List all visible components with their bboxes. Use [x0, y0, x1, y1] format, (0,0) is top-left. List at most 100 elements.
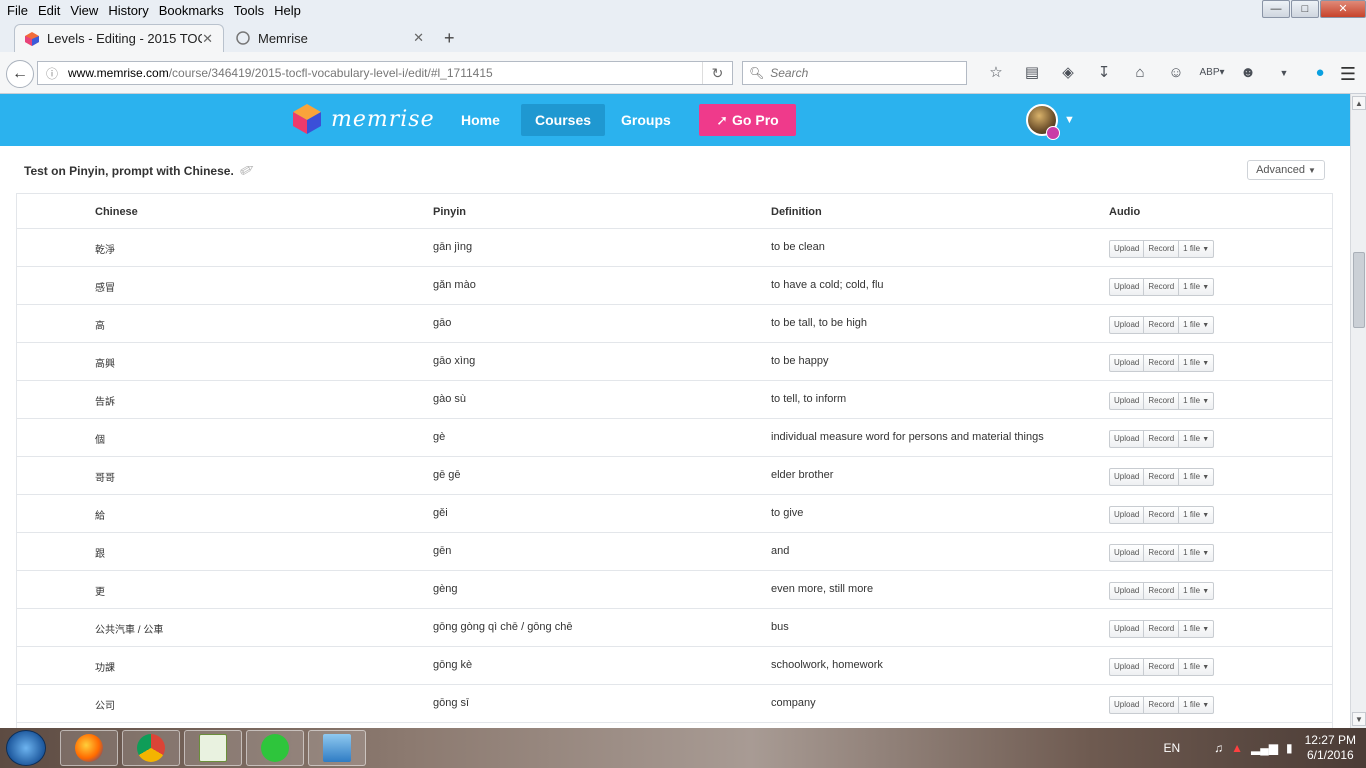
cell-definition[interactable]: to tell, to inform: [771, 393, 846, 405]
pocket-icon[interactable]: ◈: [1050, 62, 1086, 84]
record-audio-button[interactable]: Record: [1144, 621, 1180, 637]
upload-audio-button[interactable]: Upload: [1110, 355, 1145, 371]
audio-files-dropdown[interactable]: 1 file ▼: [1179, 545, 1213, 561]
cell-chinese[interactable]: 感冒: [95, 279, 115, 294]
record-audio-button[interactable]: Record: [1144, 355, 1180, 371]
upload-audio-button[interactable]: Upload: [1110, 241, 1145, 257]
taskbar-chrome[interactable]: [122, 730, 180, 766]
menu-tools[interactable]: Tools: [229, 3, 269, 18]
chevron-down-icon[interactable]: ▼: [1064, 114, 1075, 126]
record-audio-button[interactable]: Record: [1144, 279, 1180, 295]
taskbar-line[interactable]: [246, 730, 304, 766]
network-icon[interactable]: ▂▄▆: [1251, 741, 1278, 755]
scroll-thumb[interactable]: [1353, 252, 1365, 328]
reload-icon[interactable]: ↻: [702, 62, 732, 84]
audio-files-dropdown[interactable]: 1 file ▼: [1179, 659, 1213, 675]
scroll-down-icon[interactable]: ▼: [1352, 712, 1366, 726]
cell-pinyin[interactable]: gèng: [433, 583, 457, 595]
menu-view[interactable]: View: [65, 3, 103, 18]
table-row[interactable]: 跟 gēn and Upload Record 1 file ▼: [17, 533, 1332, 571]
volume-icon[interactable]: ♫: [1214, 741, 1223, 755]
minimize-button[interactable]: —: [1262, 0, 1290, 18]
nav-home[interactable]: Home: [447, 104, 514, 136]
clock[interactable]: 12:27 PM 6/1/2016: [1305, 733, 1356, 763]
cell-pinyin[interactable]: gān jìng: [433, 241, 472, 253]
cell-chinese[interactable]: 功課: [95, 659, 115, 674]
cell-pinyin[interactable]: gāo: [433, 317, 451, 329]
upload-audio-button[interactable]: Upload: [1110, 659, 1145, 675]
extension-icon[interactable]: ☻: [1230, 62, 1266, 84]
tab-levels-editing[interactable]: Levels - Editing - 2015 TOC... ✕: [14, 24, 224, 52]
cell-chinese[interactable]: 跟: [95, 545, 105, 560]
record-audio-button[interactable]: Record: [1144, 583, 1180, 599]
cell-chinese[interactable]: 個: [95, 431, 105, 446]
table-row[interactable]: 給 gěi to give Upload Record 1 file ▼: [17, 495, 1332, 533]
menu-icon[interactable]: ☰: [1340, 64, 1356, 85]
table-row[interactable]: 公司 gōng sī company Upload Record 1 file ▼: [17, 685, 1332, 723]
cell-pinyin[interactable]: gē gē: [433, 469, 461, 481]
record-audio-button[interactable]: Record: [1144, 697, 1180, 713]
table-row[interactable]: 感冒 gǎn mào to have a cold; cold, flu Upload…: [17, 267, 1332, 305]
upload-audio-button[interactable]: Upload: [1110, 583, 1145, 599]
cell-chinese[interactable]: 更: [95, 583, 105, 598]
new-tab-button[interactable]: +: [444, 28, 455, 49]
scroll-up-icon[interactable]: ▲: [1352, 96, 1366, 110]
upload-audio-button[interactable]: Upload: [1110, 279, 1145, 295]
audio-files-dropdown[interactable]: 1 file ▼: [1179, 355, 1213, 371]
cell-pinyin[interactable]: gào sù: [433, 393, 466, 405]
audio-files-dropdown[interactable]: 1 file ▼: [1179, 697, 1213, 713]
cell-definition[interactable]: schoolwork, homework: [771, 659, 883, 671]
cell-pinyin[interactable]: gǎn mào: [433, 279, 476, 291]
maximize-button[interactable]: □: [1291, 0, 1319, 18]
download-icon[interactable]: ↧: [1086, 62, 1122, 84]
cell-definition[interactable]: to give: [771, 507, 803, 519]
upload-audio-button[interactable]: Upload: [1110, 507, 1145, 523]
adblock-icon[interactable]: ABP▾: [1194, 62, 1230, 84]
audio-files-dropdown[interactable]: 1 file ▼: [1179, 241, 1213, 257]
dropdown-icon[interactable]: ▼: [1266, 62, 1302, 84]
cell-definition[interactable]: individual measure word for persons and …: [771, 431, 1044, 443]
cell-definition[interactable]: to be tall, to be high: [771, 317, 867, 329]
cell-pinyin[interactable]: gōng sī: [433, 697, 469, 709]
vertical-scrollbar[interactable]: ▲ ▼: [1350, 94, 1366, 728]
table-row[interactable]: 更 gèng even more, still more Upload Record 1 …: [17, 571, 1332, 609]
audio-files-dropdown[interactable]: 1 file ▼: [1179, 279, 1213, 295]
site-info-icon[interactable]: ⓘ: [46, 65, 58, 82]
cell-chinese[interactable]: 給: [95, 507, 105, 522]
go-pro-button[interactable]: ➚ Go Pro: [699, 104, 796, 136]
table-row[interactable]: 高興 gāo xìng to be happy Upload Record 1 file …: [17, 343, 1332, 381]
url-bar[interactable]: ⓘ www.memrise.com/course/346419/2015-toc…: [37, 61, 733, 85]
record-audio-button[interactable]: Record: [1144, 469, 1180, 485]
cell-pinyin[interactable]: gēn: [433, 545, 451, 557]
audio-files-dropdown[interactable]: 1 file ▼: [1179, 431, 1213, 447]
audio-files-dropdown[interactable]: 1 file ▼: [1179, 469, 1213, 485]
table-row[interactable]: 哥哥 gē gē elder brother Upload Record 1 file ▼: [17, 457, 1332, 495]
record-audio-button[interactable]: Record: [1144, 431, 1180, 447]
close-tab-icon[interactable]: ✕: [202, 31, 213, 47]
cell-definition[interactable]: elder brother: [771, 469, 833, 481]
table-row[interactable]: 高 gāo to be tall, to be high Upload Record 1 …: [17, 305, 1332, 343]
reading-list-icon[interactable]: ▤: [1014, 62, 1050, 84]
taskbar-firefox[interactable]: [60, 730, 118, 766]
cell-pinyin[interactable]: gěi: [433, 507, 448, 519]
cell-definition[interactable]: bus: [771, 621, 789, 633]
upload-audio-button[interactable]: Upload: [1110, 697, 1145, 713]
audio-files-dropdown[interactable]: 1 file ▼: [1179, 317, 1213, 333]
cell-chinese[interactable]: 高興: [95, 355, 115, 370]
table-row[interactable]: 乾淨 gān jìng to be clean Upload Record 1 file …: [17, 229, 1332, 267]
cell-chinese[interactable]: 告訴: [95, 393, 115, 408]
cell-definition[interactable]: to have a cold; cold, flu: [771, 279, 884, 291]
acrobat-icon[interactable]: ▲: [1231, 741, 1243, 755]
cell-chinese[interactable]: 高: [95, 317, 105, 332]
back-button[interactable]: ←: [6, 60, 34, 88]
upload-audio-button[interactable]: Upload: [1110, 469, 1145, 485]
taskbar-explorer[interactable]: [308, 730, 366, 766]
bookmark-star-icon[interactable]: ☆: [978, 62, 1014, 84]
cell-pinyin[interactable]: gōng gòng qì chē / gōng chē: [433, 621, 572, 633]
menu-file[interactable]: File: [2, 3, 33, 18]
audio-files-dropdown[interactable]: 1 file ▼: [1179, 583, 1213, 599]
menu-help[interactable]: Help: [269, 3, 306, 18]
cell-definition[interactable]: to be clean: [771, 241, 825, 253]
tab-memrise[interactable]: Memrise ✕: [226, 24, 434, 52]
table-row[interactable]: 告訴 gào sù to tell, to inform Upload Record 1 …: [17, 381, 1332, 419]
